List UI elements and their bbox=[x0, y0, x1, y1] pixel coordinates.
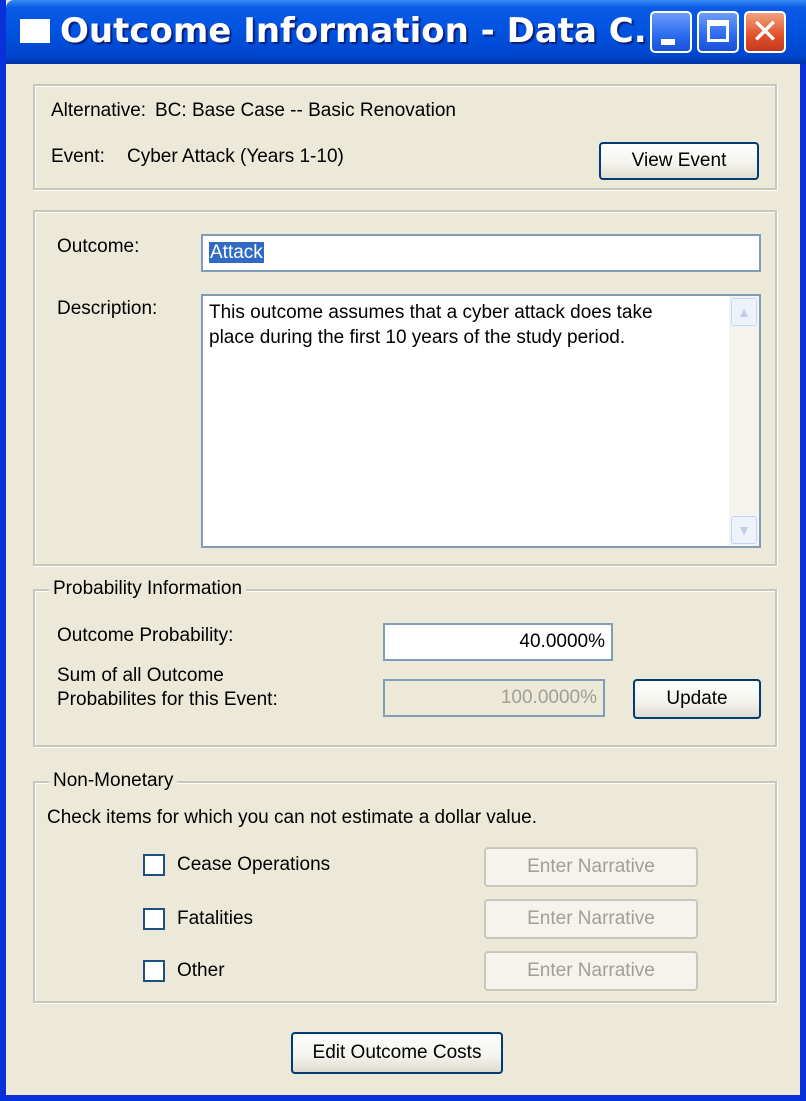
edit-outcome-costs-button[interactable]: Edit Outcome Costs bbox=[291, 1032, 503, 1074]
alternative-label: Alternative: bbox=[51, 100, 147, 121]
sum-probability-field: 100.0000% bbox=[383, 679, 605, 717]
cease-operations-checkbox[interactable] bbox=[143, 854, 165, 876]
outcome-group: Outcome: Attack Description: This outcom… bbox=[33, 210, 777, 566]
update-button[interactable]: Update bbox=[633, 679, 761, 719]
non-monetary-legend: Non-Monetary bbox=[49, 770, 178, 792]
close-icon: ✕ bbox=[750, 12, 780, 52]
maximize-button[interactable] bbox=[697, 11, 739, 53]
minimize-button[interactable] bbox=[650, 11, 692, 53]
description-label: Description: bbox=[57, 298, 158, 319]
probability-legend: Probability Information bbox=[49, 578, 247, 600]
cease-operations-label: Cease Operations bbox=[177, 854, 331, 875]
description-scrollbar[interactable]: ▲ ▼ bbox=[729, 296, 759, 546]
cease-operations-narrative-button[interactable]: Enter Narrative bbox=[484, 847, 698, 887]
event-label: Event: bbox=[51, 146, 105, 167]
sum-label-line1: Sum of all Outcome bbox=[57, 665, 224, 686]
view-event-button[interactable]: View Event bbox=[599, 142, 759, 180]
maximize-icon bbox=[707, 20, 729, 42]
outcome-probability-field[interactable]: 40.0000% bbox=[383, 623, 613, 661]
event-value: Cyber Attack (Years 1-10) bbox=[127, 146, 344, 167]
scroll-up-icon[interactable]: ▲ bbox=[731, 298, 757, 326]
context-group: Alternative: BC: Base Case -- Basic Reno… bbox=[33, 84, 777, 190]
dialog-window: Outcome Information - Data C... ✕ Altern… bbox=[0, 0, 806, 1101]
other-label: Other bbox=[177, 960, 225, 981]
sum-probability-value: 100.0000% bbox=[500, 687, 597, 708]
alternative-value: BC: Base Case -- Basic Renovation bbox=[155, 100, 456, 121]
scroll-down-icon[interactable]: ▼ bbox=[731, 516, 757, 544]
close-button[interactable]: ✕ bbox=[744, 11, 786, 53]
title-bar[interactable]: Outcome Information - Data C... ✕ bbox=[6, 0, 806, 64]
minimize-icon bbox=[661, 39, 675, 45]
outcome-label: Outcome: bbox=[57, 236, 140, 257]
sum-label-line2: Probabilites for this Event: bbox=[57, 689, 278, 710]
non-monetary-group: Non-Monetary Check items for which you c… bbox=[33, 770, 777, 1003]
other-checkbox[interactable] bbox=[143, 960, 165, 982]
description-field[interactable]: This outcome assumes that a cyber attack… bbox=[201, 294, 761, 548]
fatalities-narrative-button[interactable]: Enter Narrative bbox=[484, 899, 698, 939]
fatalities-label: Fatalities bbox=[177, 908, 254, 929]
probability-group: Probability Information Outcome Probabil… bbox=[33, 578, 777, 747]
outcome-name-value: Attack bbox=[209, 242, 264, 263]
window-icon bbox=[20, 19, 50, 43]
outcome-probability-value: 40.0000% bbox=[519, 631, 605, 652]
fatalities-checkbox[interactable] bbox=[143, 908, 165, 930]
outcome-name-field[interactable]: Attack bbox=[201, 234, 761, 272]
outcome-probability-label: Outcome Probability: bbox=[57, 625, 234, 646]
other-narrative-button[interactable]: Enter Narrative bbox=[484, 951, 698, 991]
non-monetary-instructions: Check items for which you can not estima… bbox=[47, 807, 538, 828]
description-text: This outcome assumes that a cyber attack… bbox=[209, 302, 653, 348]
window-title: Outcome Information - Data C... bbox=[60, 11, 673, 51]
